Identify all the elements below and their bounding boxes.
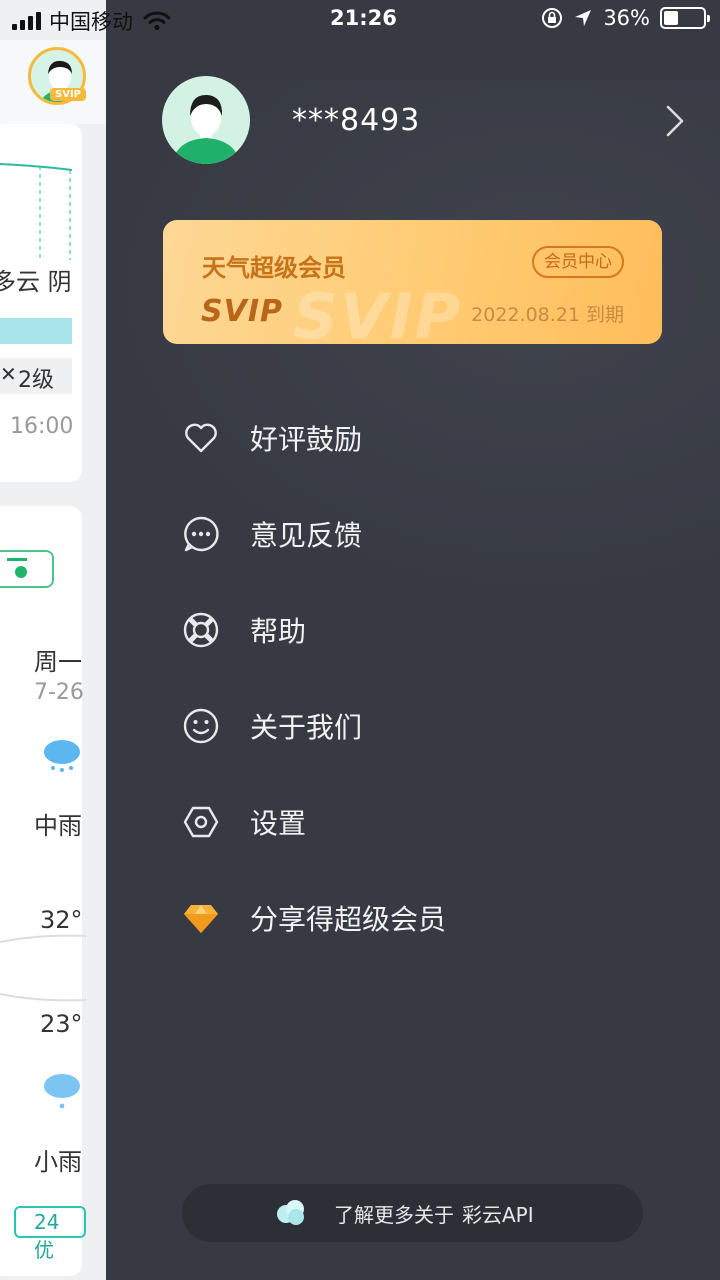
background-temp-curve <box>0 163 73 260</box>
api-brand: 彩云API <box>462 1202 534 1227</box>
learn-more-api-button[interactable]: 了解更多关于 彩云API <box>182 1184 643 1242</box>
menu-item-help[interactable]: 帮助 <box>182 582 662 678</box>
menu-label: 关于我们 <box>250 711 363 744</box>
status-bar: 中国移动 21:26 36% <box>0 0 720 40</box>
settings-icon <box>182 803 220 841</box>
background-dot <box>15 566 27 578</box>
menu-label: 帮助 <box>250 615 307 648</box>
background-date-label: 7-26 <box>34 680 84 705</box>
menu-item-rate[interactable]: 好评鼓励 <box>182 390 662 486</box>
wifi-icon <box>143 11 171 31</box>
vip-membership-card[interactable]: SVIP 天气超级会员 会员中心 SVIP 2022.08.21 到期 <box>163 220 662 344</box>
caiyun-cloud-icon <box>277 1200 304 1225</box>
user-avatar[interactable] <box>162 76 250 164</box>
menu-item-about[interactable]: 关于我们 <box>182 678 662 774</box>
background-day-label: 周一 <box>34 648 82 676</box>
feedback-icon <box>182 515 220 553</box>
chevron-right-icon[interactable] <box>664 104 686 138</box>
background-weather-text: 多云 阴 <box>0 268 72 296</box>
background-aqi-badge: 24 优 <box>14 1206 86 1262</box>
location-arrow-icon <box>575 10 592 26</box>
background-wind-label: 2级 <box>18 368 54 393</box>
background-rain-icon <box>44 740 80 772</box>
api-text: 了解更多关于 彩云API <box>334 1199 534 1228</box>
background-wind-box: ✕ 2级 <box>0 358 72 394</box>
status-right: 36% <box>541 6 710 30</box>
diamond-icon <box>182 899 220 937</box>
menu-label: 分享得超级会员 <box>250 903 447 936</box>
lifebuoy-icon <box>182 611 220 649</box>
drawer-menu: 好评鼓励 意见反馈 帮助 关于我们 设置 分享得超级会员 <box>182 390 662 966</box>
background-time-label: 16:00 <box>10 414 74 439</box>
side-drawer: ***8493 SVIP 天气超级会员 会员中心 SVIP 2022.08.21… <box>106 0 720 1280</box>
api-prefix: 了解更多关于 <box>334 1202 454 1227</box>
background-temp-band <box>0 934 86 1002</box>
menu-label: 好评鼓励 <box>250 423 363 456</box>
background-forecast-bar <box>0 318 72 344</box>
menu-item-settings[interactable]: 设置 <box>182 774 662 870</box>
username: ***8493 <box>292 102 421 138</box>
background-condition-2: 小雨 <box>34 1148 82 1176</box>
battery-percent: 36% <box>603 6 650 30</box>
smiley-icon <box>182 707 220 745</box>
menu-item-share[interactable]: 分享得超级会员 <box>182 870 662 966</box>
svip-logo: SVIP <box>201 294 283 329</box>
menu-item-feedback[interactable]: 意见反馈 <box>182 486 662 582</box>
status-left: 中国移动 <box>12 6 171 36</box>
profile-row[interactable]: ***8493 <box>162 76 684 164</box>
battery-icon <box>660 7 710 29</box>
signal-icon <box>12 12 41 30</box>
background-temp-low: 23° <box>40 1010 83 1038</box>
background-svip-tag: SVIP <box>50 88 86 101</box>
background-toggle-pill <box>0 550 54 588</box>
clock: 21:26 <box>330 6 397 30</box>
menu-label: 设置 <box>250 807 307 840</box>
background-weather-app: SVIP 多云 阴 ✕ 2级 16:00 周一 7-26 中雨 32° 23° … <box>0 0 106 1280</box>
vip-expire-date: 2022.08.21 到期 <box>471 304 624 326</box>
background-condition-1: 中雨 <box>34 812 82 840</box>
battery-fill <box>664 11 678 25</box>
heart-icon <box>182 419 220 457</box>
menu-label: 意见反馈 <box>250 519 363 552</box>
vip-title: 天气超级会员 <box>202 254 346 282</box>
vip-watermark: SVIP <box>293 280 463 344</box>
carrier-label: 中国移动 <box>49 10 133 34</box>
background-light-rain-icon <box>44 1074 80 1109</box>
member-center-button[interactable]: 会员中心 <box>532 246 624 278</box>
orientation-lock-icon <box>542 8 563 28</box>
